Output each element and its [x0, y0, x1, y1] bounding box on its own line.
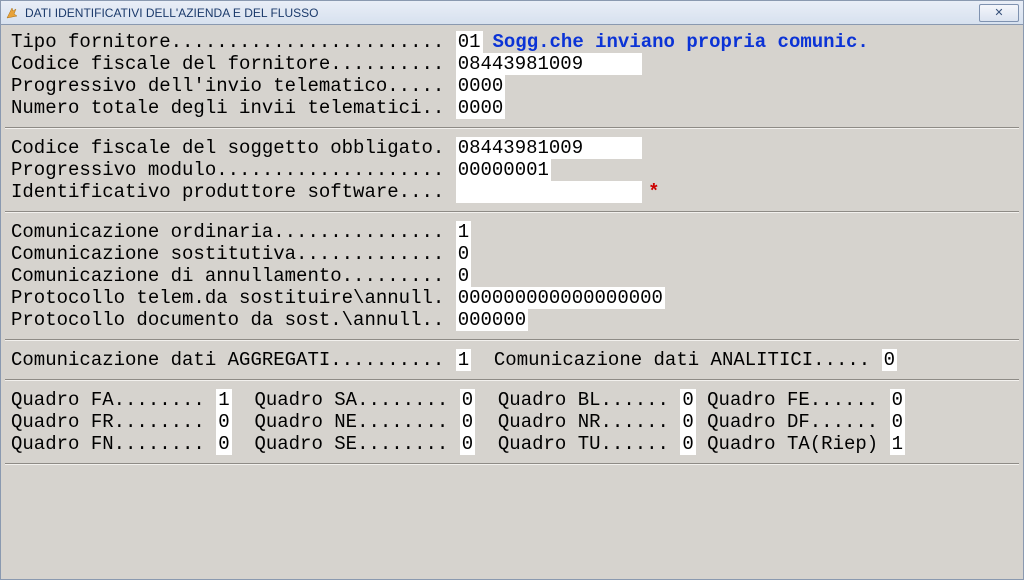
cf-soggetto-label: Codice fiscale del soggetto obbligato. — [11, 137, 456, 159]
quadro-bl-label: Quadro BL...... — [498, 389, 680, 411]
id-prod-sw-label: Identificativo produttore software.... — [11, 181, 456, 203]
divider — [5, 379, 1019, 381]
divider — [5, 463, 1019, 465]
quadro-fe-label: Quadro FE...... — [707, 389, 889, 411]
quadro-df-input[interactable]: 0 — [890, 411, 905, 433]
prog-invio-label: Progressivo dell'invio telematico..... — [11, 75, 456, 97]
window-title: DATI IDENTIFICATIVI DELL'AZIENDA E DEL F… — [25, 6, 318, 20]
com-ordinaria-label: Comunicazione ordinaria............... — [11, 221, 456, 243]
titlebar: DATI IDENTIFICATIVI DELL'AZIENDA E DEL F… — [1, 1, 1023, 25]
num-tot-invii-input[interactable]: 0000 — [456, 97, 506, 119]
quadro-fn-input[interactable]: 0 — [216, 433, 231, 455]
quadro-ne-input[interactable]: 0 — [460, 411, 475, 433]
quadro-se-input[interactable]: 0 — [460, 433, 475, 455]
dialog-window: DATI IDENTIFICATIVI DELL'AZIENDA E DEL F… — [0, 0, 1024, 580]
quadro-fe-input[interactable]: 0 — [890, 389, 905, 411]
id-prod-sw-input[interactable] — [456, 181, 642, 203]
num-tot-invii-label: Numero totale degli invii telematici.. — [11, 97, 456, 119]
divider — [5, 127, 1019, 129]
quadro-fr-input[interactable]: 0 — [216, 411, 231, 433]
quadro-fr-label: Quadro FR........ — [11, 411, 216, 433]
prog-invio-input[interactable]: 0000 — [456, 75, 506, 97]
tipo-fornitore-label: Tipo fornitore........................ — [11, 31, 456, 53]
tipo-fornitore-input[interactable]: 01 — [456, 31, 483, 53]
prot-doc-input[interactable]: 000000 — [456, 309, 528, 331]
close-icon: ✕ — [994, 6, 1003, 19]
quadro-nr-input[interactable]: 0 — [680, 411, 695, 433]
quadro-nr-label: Quadro NR...... — [498, 411, 680, 433]
divider — [5, 339, 1019, 341]
com-ordinaria-input[interactable]: 1 — [456, 221, 471, 243]
quadro-fa-input[interactable]: 1 — [216, 389, 231, 411]
com-aggregati-label: Comunicazione dati AGGREGATI.......... — [11, 349, 456, 371]
com-aggregati-input[interactable]: 1 — [456, 349, 471, 371]
prog-modulo-input[interactable]: 00000001 — [456, 159, 551, 181]
required-marker: * — [648, 181, 659, 203]
prot-doc-label: Protocollo documento da sost.\annull.. — [11, 309, 456, 331]
quadro-ta-label: Quadro TA(Riep) — [707, 433, 889, 455]
quadro-tu-label: Quadro TU...... — [498, 433, 680, 455]
com-annullamento-input[interactable]: 0 — [456, 265, 471, 287]
quadro-bl-input[interactable]: 0 — [680, 389, 695, 411]
prot-telem-input[interactable]: 000000000000000000 — [456, 287, 665, 309]
tipo-fornitore-desc: Sogg.che inviano propria comunic. — [493, 31, 869, 53]
cf-soggetto-input[interactable]: 08443981009 — [456, 137, 642, 159]
prog-modulo-label: Progressivo modulo.................... — [11, 159, 456, 181]
quadro-ne-label: Quadro NE........ — [254, 411, 459, 433]
quadro-ta-input[interactable]: 1 — [890, 433, 905, 455]
content-area: Tipo fornitore........................ 0… — [1, 25, 1023, 579]
com-analitici-input[interactable]: 0 — [882, 349, 897, 371]
prot-telem-label: Protocollo telem.da sostituire\annull. — [11, 287, 456, 309]
quadro-sa-input[interactable]: 0 — [460, 389, 475, 411]
quadro-se-label: Quadro SE........ — [254, 433, 459, 455]
quadro-tu-input[interactable]: 0 — [680, 433, 695, 455]
quadro-sa-label: Quadro SA........ — [254, 389, 459, 411]
com-sostitutiva-input[interactable]: 0 — [456, 243, 471, 265]
com-sostitutiva-label: Comunicazione sostitutiva............. — [11, 243, 456, 265]
cf-fornitore-label: Codice fiscale del fornitore.......... — [11, 53, 456, 75]
divider — [5, 211, 1019, 213]
quadro-fa-label: Quadro FA........ — [11, 389, 216, 411]
quadri-grid: Quadro FA........ 1 Quadro SA........ 0 … — [11, 389, 1013, 455]
close-button[interactable]: ✕ — [979, 4, 1019, 22]
quadro-fn-label: Quadro FN........ — [11, 433, 216, 455]
cf-fornitore-input[interactable]: 08443981009 — [456, 53, 642, 75]
quadro-df-label: Quadro DF...... — [707, 411, 889, 433]
com-annullamento-label: Comunicazione di annullamento......... — [11, 265, 456, 287]
app-icon — [5, 6, 19, 20]
com-analitici-label: Comunicazione dati ANALITICI..... — [494, 349, 882, 371]
